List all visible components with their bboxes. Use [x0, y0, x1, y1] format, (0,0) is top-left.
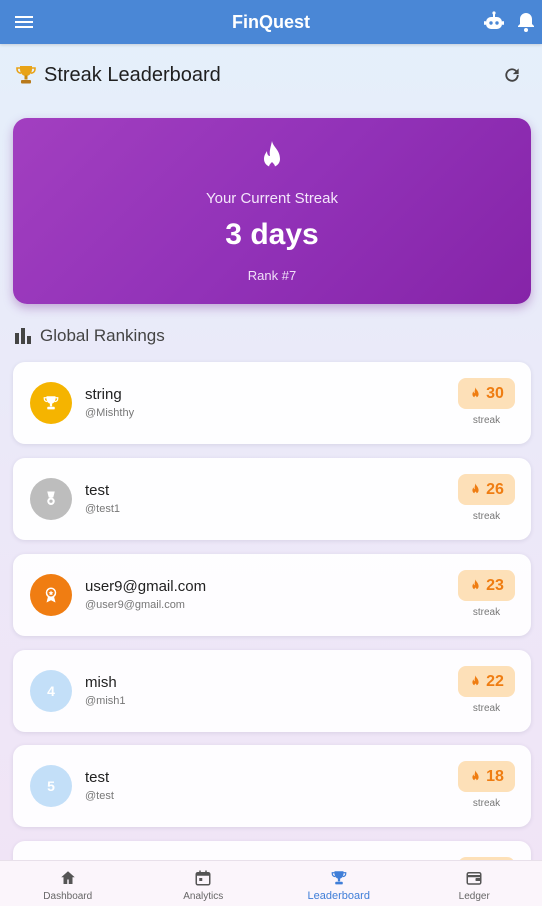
streak-caption: streak [472, 703, 501, 714]
trophy-icon [331, 871, 347, 885]
flame-icon [264, 141, 280, 170]
trophy-icon [43, 396, 59, 410]
rank-avatar [30, 382, 72, 424]
streak-caption: streak [472, 511, 501, 522]
menu-icon[interactable] [12, 10, 36, 34]
user-handle: @user9@gmail.com [85, 599, 185, 611]
user-handle: @mish1 [85, 695, 126, 707]
streak-label: Your Current Streak [205, 190, 338, 207]
rank-avatar [30, 478, 72, 520]
app-title: FinQuest [231, 11, 310, 32]
user-name: test [85, 482, 110, 499]
ranking-row[interactable]: 4 mish @mish1 22 streak [13, 650, 531, 732]
nav-label: Ledger [458, 891, 490, 902]
app-bar: FinQuest [0, 0, 542, 44]
streak-count: 18 [486, 767, 504, 785]
user-handle: @test1 [85, 503, 121, 515]
current-streak-card: Your Current Streak 3 days Rank #7 [13, 118, 531, 304]
nav-ledger[interactable]: Ledger [407, 861, 542, 906]
page-title: Streak Leaderboard [44, 63, 221, 86]
rank-avatar [30, 574, 72, 616]
streak-caption: streak [472, 415, 501, 426]
streak-badge: 23 [458, 570, 515, 601]
flame-icon [472, 578, 479, 591]
wallet-icon [466, 872, 482, 885]
flame-icon [472, 386, 479, 399]
home-icon [61, 871, 75, 884]
ranking-row[interactable]: string @Mishthy 30 streak [13, 362, 531, 444]
nav-label: Dashboard [43, 891, 93, 902]
streak-count: 22 [486, 672, 504, 690]
streak-caption: streak [472, 798, 501, 809]
streak-rank: Rank #7 [247, 268, 297, 283]
medal-icon [47, 491, 55, 505]
user-name: test [85, 769, 110, 786]
user-name: mish [85, 674, 117, 691]
bell-icon[interactable] [514, 10, 538, 34]
nav-label: Leaderboard [307, 890, 370, 902]
user-name: string [85, 386, 122, 403]
streak-badge: 22 [458, 666, 515, 697]
nav-label: Analytics [183, 891, 224, 902]
global-rankings-header: Global Rankings [14, 326, 165, 346]
robot-icon[interactable] [482, 10, 506, 34]
bottom-navigation: Dashboard Analytics Leaderboard Ledger [0, 860, 542, 906]
page-header: Streak Leaderboard [14, 62, 528, 88]
bar-chart-icon [15, 328, 31, 344]
user-name: user9@gmail.com [85, 578, 207, 595]
streak-badge: 30 [458, 378, 515, 409]
streak-value: 3 days [225, 218, 319, 251]
ranking-row[interactable]: 5 test @test 18 streak [13, 745, 531, 827]
flame-icon [472, 769, 479, 782]
nav-leaderboard[interactable]: Leaderboard [271, 861, 407, 906]
streak-badge: 18 [458, 761, 515, 792]
rank-number: 4 [30, 670, 72, 712]
flame-icon [472, 482, 479, 495]
streak-caption: streak [472, 607, 501, 618]
rank-number: 5 [30, 765, 72, 807]
ranking-row[interactable]: user9@gmail.com @user9@gmail.com 23 stre… [13, 554, 531, 636]
streak-count: 30 [486, 384, 504, 402]
flame-icon [472, 674, 479, 687]
calendar-icon [195, 870, 211, 886]
streak-count: 26 [486, 480, 504, 498]
refresh-icon[interactable] [502, 65, 522, 85]
streak-count: 23 [486, 576, 504, 594]
section-title: Global Rankings [40, 326, 165, 345]
nav-analytics[interactable]: Analytics [136, 861, 272, 906]
trophy-icon [16, 66, 36, 84]
user-handle: @test [85, 790, 114, 802]
streak-badge: 26 [458, 474, 515, 505]
award-icon [45, 587, 57, 603]
user-handle: @Mishthy [85, 407, 135, 419]
ranking-row[interactable]: test @test1 26 streak [13, 458, 531, 540]
nav-dashboard[interactable]: Dashboard [0, 861, 136, 906]
